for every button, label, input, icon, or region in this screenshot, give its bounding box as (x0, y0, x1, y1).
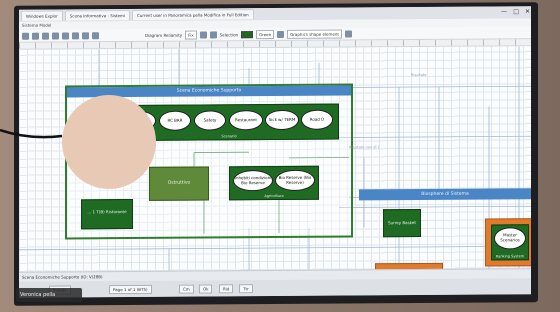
redo-icon[interactable] (42, 32, 49, 40)
status-text: Scena Economiche Supporto (ID: V/28B) (22, 274, 103, 280)
cut-icon[interactable] (62, 31, 69, 39)
browser-tab[interactable]: Windows Explor (21, 10, 63, 21)
undo-icon[interactable] (32, 32, 39, 40)
biosphere-band[interactable]: Biosphere di Sistema (359, 188, 531, 201)
format-icon[interactable] (92, 31, 99, 39)
lower-left-box[interactable]: ... 1 T(B) Ristorante (81, 198, 133, 230)
paste-icon[interactable] (82, 31, 89, 39)
avatar-ring-arc (0, 128, 63, 139)
page-indicator[interactable]: Page 1 of 1 (BTS) (109, 284, 152, 295)
line-icon[interactable] (277, 30, 285, 38)
middle-scenario-caption: Agricoltura (264, 193, 284, 199)
scenario-oval[interactable]: Sick w/ TERM (265, 109, 299, 131)
master-oval[interactable]: Master Scenarios (494, 227, 526, 250)
pager-item[interactable]: Rid (219, 284, 234, 294)
scenario-oval[interactable]: Restaurant (229, 110, 263, 131)
participant-avatar (62, 95, 156, 189)
scenario-oval[interactable]: Road D (301, 109, 333, 130)
copy-icon[interactable] (72, 31, 79, 39)
grid-icon[interactable] (209, 30, 217, 38)
diagram-label: Diagram Reliamity (145, 32, 183, 38)
right-box[interactable]: Surrey Basket (383, 208, 421, 238)
pager-item[interactable]: Cm (179, 284, 194, 294)
browser-tab[interactable]: Scena Informativa - Sistemi (64, 10, 130, 21)
browser-tab[interactable]: Current user in Panoramica pella Modific… (131, 9, 254, 21)
close-icon[interactable]: ✕ (525, 8, 530, 16)
pager-item[interactable]: Ttr (239, 284, 253, 294)
edge-label: Risultato (411, 72, 427, 78)
diagram-select[interactable]: Fix (185, 30, 197, 40)
edge-label: Risultato non di 1 (349, 145, 380, 150)
zoom-icon[interactable] (52, 32, 59, 40)
right-scenario-caption: Ranking System (495, 254, 525, 259)
pager-item[interactable]: Ok (199, 284, 213, 294)
color-select[interactable]: Green (256, 29, 275, 39)
scenario-oval[interactable]: Safety (194, 110, 226, 131)
save-icon[interactable] (22, 32, 29, 40)
settings-icon[interactable] (344, 29, 352, 38)
window-controls: — □ ✕ (501, 8, 530, 16)
page-navigation: Inviato Page 1 of 1 (BTS) Cm Ok Rid Ttr (19, 278, 531, 298)
selection-label: Selection (219, 31, 239, 37)
presenter-name-tag: Veronica pella (16, 288, 82, 302)
left-process-box[interactable]: Ostruttivo (149, 166, 209, 201)
color-swatch[interactable] (241, 30, 254, 38)
minimize-icon[interactable]: — (501, 8, 507, 16)
scenario-oval[interactable]: RC BRR (159, 110, 191, 131)
maximize-icon[interactable]: □ (513, 8, 519, 16)
align-icon[interactable] (199, 30, 207, 39)
shape-select[interactable]: Graphics shape element (287, 29, 342, 39)
